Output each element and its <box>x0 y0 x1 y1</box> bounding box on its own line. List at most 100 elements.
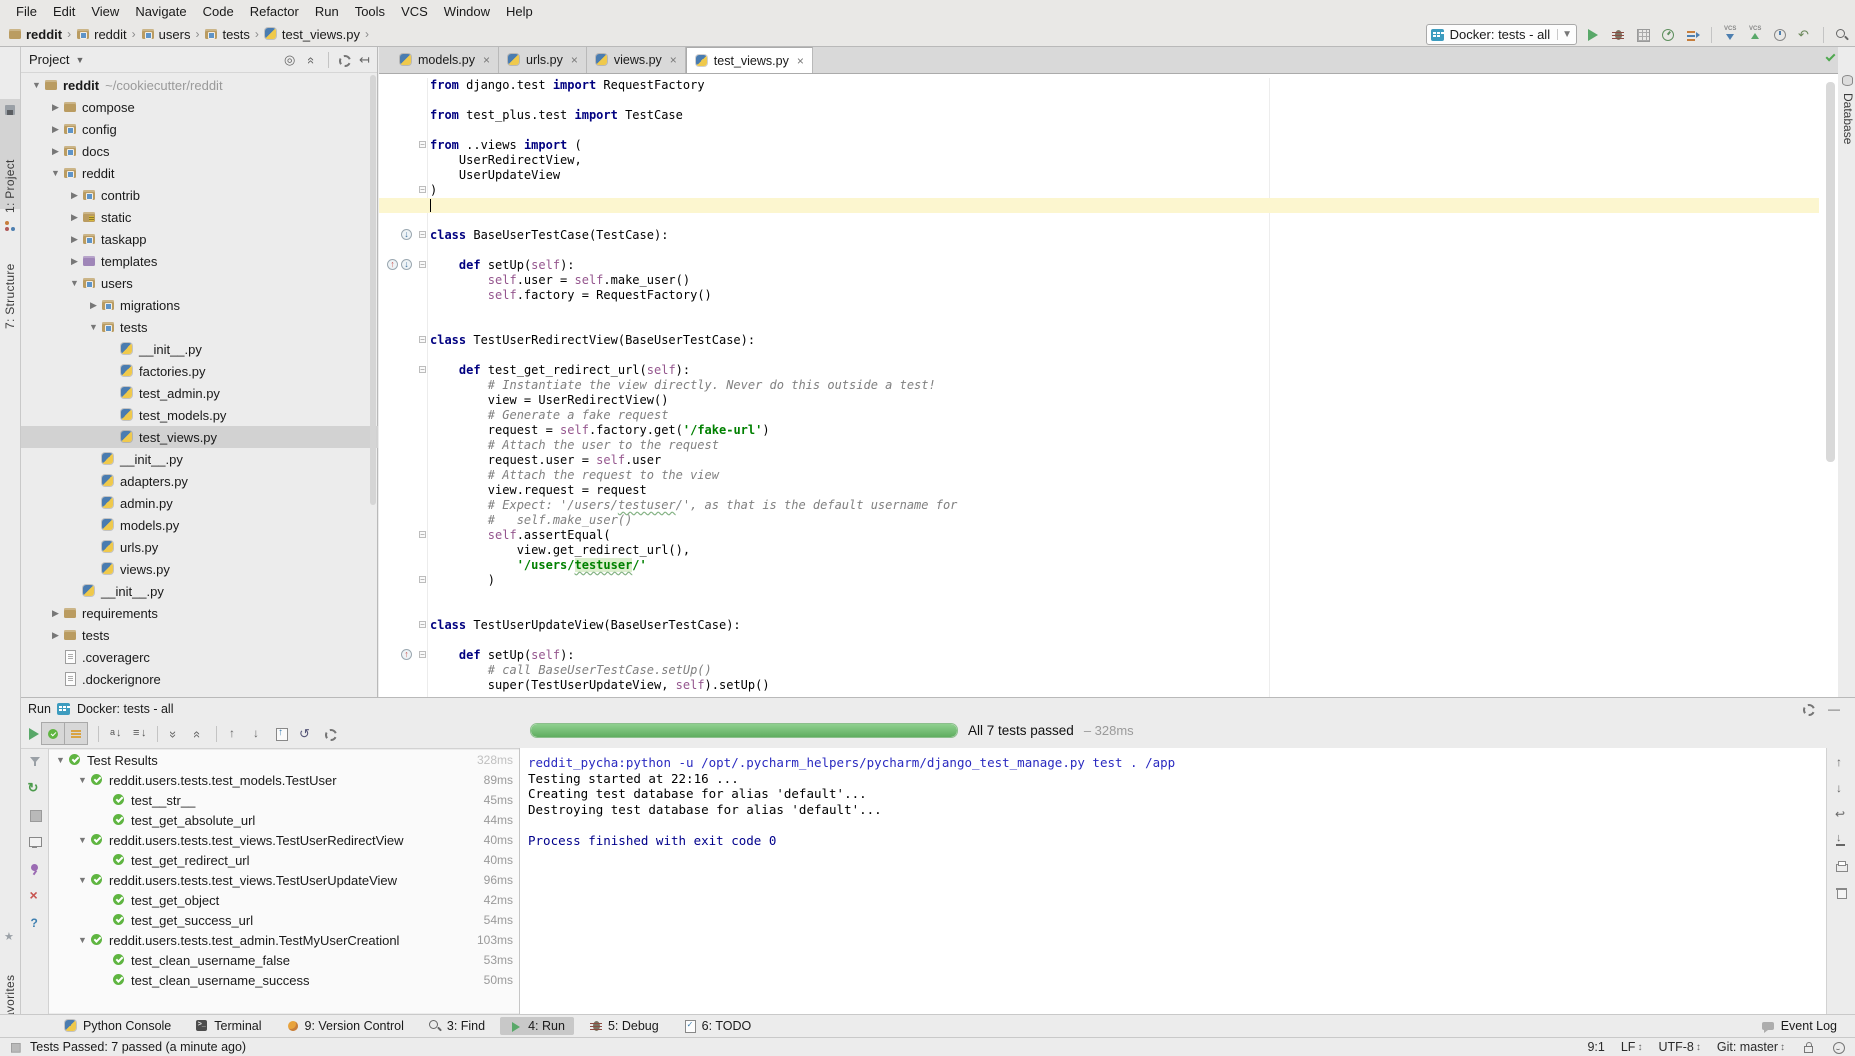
collapse-arrow-icon[interactable]: ▼ <box>75 935 90 945</box>
fold-marker-icon[interactable]: − <box>419 186 426 193</box>
fold-marker-icon[interactable]: − <box>419 231 426 238</box>
menu-edit[interactable]: Edit <box>45 2 83 21</box>
run-test-marker-icon[interactable]: ↓ <box>401 229 412 240</box>
tree-item[interactable]: views.py <box>21 558 378 580</box>
test-result-row[interactable]: test_get_success_url54ms <box>49 910 519 930</box>
test-history-icon[interactable] <box>299 727 313 741</box>
tree-item[interactable]: admin.py <box>21 492 378 514</box>
run-icon[interactable] <box>1586 28 1600 42</box>
expand-arrow-icon[interactable]: ▶ <box>48 608 63 619</box>
hector-icon[interactable] <box>1831 1040 1845 1054</box>
fold-marker-icon[interactable]: − <box>419 336 426 343</box>
tree-item[interactable]: ▶static <box>21 206 378 228</box>
collapse-arrow-icon[interactable]: ▼ <box>75 875 90 885</box>
help-icon[interactable] <box>28 916 42 930</box>
caret-position[interactable]: 9:1 <box>1587 1040 1604 1054</box>
tree-item[interactable]: ▶taskapp <box>21 228 378 250</box>
tree-item[interactable]: ▶requirements <box>21 602 378 624</box>
expand-arrow-icon[interactable]: ▶ <box>48 124 63 135</box>
tree-item[interactable]: ▶contrib <box>21 184 378 206</box>
close-icon[interactable]: × <box>483 53 490 67</box>
pin-tab-icon[interactable] <box>28 862 42 876</box>
next-failed-test-icon[interactable] <box>251 727 265 741</box>
line-separator[interactable]: LF↕ <box>1621 1040 1643 1054</box>
print-icon[interactable] <box>1834 860 1848 874</box>
breadcrumb-item[interactable]: reddit <box>8 27 62 42</box>
git-branch[interactable]: Git: master↕ <box>1717 1040 1785 1054</box>
collapse-arrow-icon[interactable]: ▼ <box>29 80 44 90</box>
test-result-row[interactable]: ▼Test Results328ms <box>49 750 519 770</box>
event-log-button[interactable]: Event Log <box>1761 1019 1855 1033</box>
expand-arrow-icon[interactable]: ▶ <box>67 190 82 201</box>
tree-item[interactable]: ▶templates <box>21 250 378 272</box>
tree-item[interactable]: ▼tests <box>21 316 378 338</box>
expand-all-icon[interactable] <box>168 727 182 741</box>
menu-refactor[interactable]: Refactor <box>242 2 307 21</box>
editor-tab[interactable]: test_views.py× <box>686 47 813 73</box>
update-project-icon[interactable] <box>1723 28 1737 42</box>
collapse-arrow-icon[interactable]: ▼ <box>75 775 90 785</box>
previous-failed-test-icon[interactable] <box>227 727 241 741</box>
locate-file-icon[interactable] <box>284 53 298 67</box>
breadcrumb-item[interactable]: test_views.py <box>264 27 360 42</box>
fold-marker-icon[interactable]: − <box>419 366 426 373</box>
menu-run[interactable]: Run <box>307 2 347 21</box>
test-result-row[interactable]: ▼reddit.users.tests.test_admin.TestMyUse… <box>49 930 519 950</box>
console-output[interactable]: reddit_pycha:python -u /opt/.pycharm_hel… <box>520 748 1826 1015</box>
stop-icon[interactable] <box>28 808 42 822</box>
test-result-row[interactable]: test__str__45ms <box>49 790 519 810</box>
menu-vcs[interactable]: VCS <box>393 2 436 21</box>
fold-marker-icon[interactable]: − <box>419 621 426 628</box>
menu-window[interactable]: Window <box>436 2 498 21</box>
tool-tab-9-version-control[interactable]: 9: Version Control <box>277 1017 413 1035</box>
editor-tab[interactable]: views.py× <box>587 47 686 73</box>
tool-tab-5-debug[interactable]: 5: Debug <box>580 1017 668 1035</box>
breadcrumb-item[interactable]: tests <box>204 27 249 42</box>
fold-marker-icon[interactable]: − <box>419 651 426 658</box>
tool-tab-terminal[interactable]: Terminal <box>186 1017 270 1035</box>
breadcrumb-item[interactable]: users <box>141 27 191 42</box>
clear-console-icon[interactable] <box>1834 886 1848 900</box>
tree-item[interactable]: test_views.py <box>21 426 378 448</box>
menu-code[interactable]: Code <box>195 2 242 21</box>
expand-arrow-icon[interactable]: ▶ <box>48 102 63 113</box>
profiler-icon[interactable] <box>1661 28 1675 42</box>
fold-marker-icon[interactable]: − <box>419 531 426 538</box>
inspections-ok-icon[interactable] <box>1825 52 1836 61</box>
sort-alphabetically-icon[interactable] <box>109 727 123 741</box>
tool-tab-6-todo[interactable]: 6: TODO <box>674 1017 761 1035</box>
rerun-tests-icon[interactable] <box>27 727 41 741</box>
editor[interactable]: models.py×urls.py×views.py×test_views.py… <box>379 47 1838 697</box>
collapse-arrow-icon[interactable]: ▼ <box>75 835 90 845</box>
hide-panel-icon[interactable] <box>359 53 373 67</box>
fold-marker-icon[interactable]: − <box>419 261 426 268</box>
scroll-up-icon[interactable] <box>1834 756 1848 770</box>
show-statistics-icon[interactable] <box>28 835 42 849</box>
import-test-results-icon[interactable] <box>275 727 289 741</box>
tree-item[interactable]: ▶migrations <box>21 294 378 316</box>
menu-view[interactable]: View <box>83 2 127 21</box>
test-result-row[interactable]: test_get_object42ms <box>49 890 519 910</box>
tree-item[interactable]: factories.py <box>21 360 378 382</box>
tree-item[interactable]: __init__.py <box>21 448 378 470</box>
project-scrollbar[interactable] <box>370 75 376 505</box>
collapse-all-icon[interactable] <box>306 53 320 67</box>
menu-navigate[interactable]: Navigate <box>127 2 194 21</box>
run-with-coverage-icon[interactable] <box>1636 28 1650 42</box>
test-result-row[interactable]: test_get_absolute_url44ms <box>49 810 519 830</box>
override-up-marker-icon[interactable]: ↑ <box>401 649 412 660</box>
menu-help[interactable]: Help <box>498 2 541 21</box>
rerun-failed-tests-icon[interactable] <box>28 781 42 795</box>
tree-item[interactable]: __init__.py <box>21 580 378 602</box>
close-icon[interactable]: × <box>670 53 677 67</box>
editor-tab[interactable]: urls.py× <box>499 47 587 73</box>
close-icon[interactable] <box>28 889 42 903</box>
run-anything-icon[interactable] <box>1686 28 1700 42</box>
show-passed-toggle[interactable] <box>41 722 65 745</box>
collapse-all-icon[interactable] <box>192 727 206 741</box>
tree-item[interactable]: __init__.py <box>21 338 378 360</box>
code-area[interactable]: from django.test import RequestFactoryfr… <box>379 78 1819 697</box>
collapse-arrow-icon[interactable]: ▼ <box>48 168 63 178</box>
tree-item[interactable]: ▼users <box>21 272 378 294</box>
expand-arrow-icon[interactable]: ▶ <box>86 300 101 311</box>
